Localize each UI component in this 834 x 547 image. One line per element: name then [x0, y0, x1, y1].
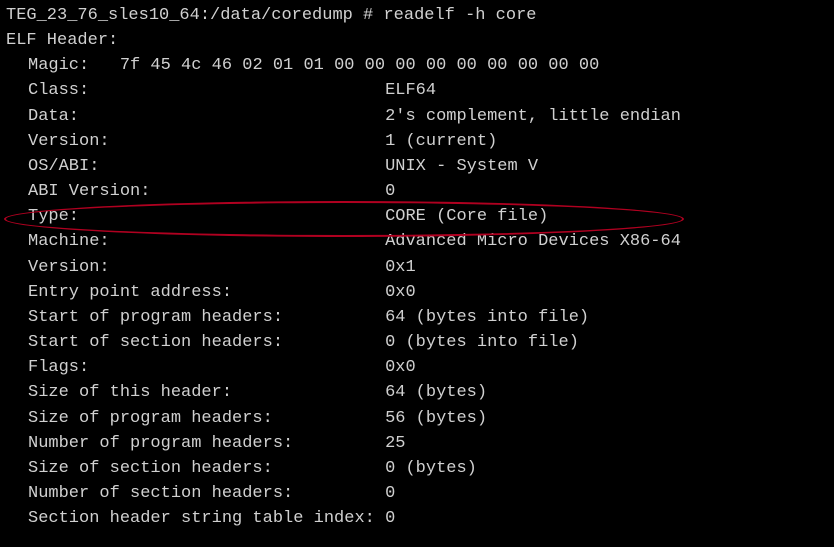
magic-bytes: 7f 45 4c 46 02 01 01 00 00 00 00 00 00 0… — [120, 56, 599, 75]
elf-field-row: Type: CORE (Core file) — [6, 204, 828, 229]
field-value: 0 — [385, 509, 395, 528]
field-label: Number of section headers: — [28, 484, 385, 503]
field-label: Type: — [28, 207, 385, 226]
field-label: Size of section headers: — [28, 459, 385, 478]
field-value: 64 (bytes into file) — [385, 308, 589, 327]
field-label: Entry point address: — [28, 283, 385, 302]
elf-field-row: Section header string table index: 0 — [6, 506, 828, 531]
field-label: Section header string table index: — [28, 509, 385, 528]
field-label: Version: — [28, 132, 385, 151]
elf-field-row: Number of section headers: 0 — [6, 481, 828, 506]
prompt-line: TEG_23_76_sles10_64:/data/coredump # rea… — [6, 3, 828, 28]
field-value: 0x0 — [385, 283, 416, 302]
field-label: Class: — [28, 81, 385, 100]
elf-header-title: ELF Header: — [6, 28, 828, 53]
magic-label: Magic: — [28, 56, 89, 75]
field-label: Number of program headers: — [28, 434, 385, 453]
elf-field-row: ABI Version: 0 — [6, 179, 828, 204]
elf-field-row: Number of program headers: 25 — [6, 431, 828, 456]
elf-field-row: Version: 1 (current) — [6, 129, 828, 154]
field-label: OS/ABI: — [28, 157, 385, 176]
prompt-command: readelf -h core — [383, 6, 536, 25]
elf-field-row: Version: 0x1 — [6, 255, 828, 280]
field-value: 25 — [385, 434, 405, 453]
field-value: 64 (bytes) — [385, 383, 487, 402]
elf-field-row: Size of section headers: 0 (bytes) — [6, 456, 828, 481]
field-label: Flags: — [28, 358, 385, 377]
field-label: Start of section headers: — [28, 333, 385, 352]
elf-field-row: Start of section headers: 0 (bytes into … — [6, 330, 828, 355]
field-value: 0 (bytes) — [385, 459, 477, 478]
field-label: Data: — [28, 107, 385, 126]
elf-field-row: Start of program headers: 64 (bytes into… — [6, 305, 828, 330]
field-label: Size of this header: — [28, 383, 385, 402]
field-value: 0 — [385, 182, 395, 201]
field-value: 0x1 — [385, 258, 416, 277]
field-label: ABI Version: — [28, 182, 385, 201]
field-value: 56 (bytes) — [385, 409, 487, 428]
elf-field-row: Size of this header: 64 (bytes) — [6, 380, 828, 405]
field-value: Advanced Micro Devices X86-64 — [385, 232, 681, 251]
field-value: 0x0 — [385, 358, 416, 377]
prompt-host: TEG_23_76_sles10_64:/data/coredump # — [6, 6, 373, 25]
elf-fields: Class: ELF64Data: 2's complement, little… — [6, 78, 828, 531]
elf-field-row: Entry point address: 0x0 — [6, 280, 828, 305]
magic-line: Magic: 7f 45 4c 46 02 01 01 00 00 00 00 … — [6, 53, 828, 78]
field-label: Start of program headers: — [28, 308, 385, 327]
field-value: 0 — [385, 484, 395, 503]
field-value: ELF64 — [385, 81, 436, 100]
field-value: 2's complement, little endian — [385, 107, 681, 126]
field-value: UNIX - System V — [385, 157, 538, 176]
elf-field-row: OS/ABI: UNIX - System V — [6, 154, 828, 179]
field-label: Size of program headers: — [28, 409, 385, 428]
field-value: 1 (current) — [385, 132, 497, 151]
field-label: Machine: — [28, 232, 385, 251]
elf-field-row: Data: 2's complement, little endian — [6, 104, 828, 129]
elf-field-row: Machine: Advanced Micro Devices X86-64 — [6, 229, 828, 254]
elf-field-row: Class: ELF64 — [6, 78, 828, 103]
field-label: Version: — [28, 258, 385, 277]
field-value: CORE (Core file) — [385, 207, 548, 226]
field-value: 0 (bytes into file) — [385, 333, 579, 352]
elf-field-row: Size of program headers: 56 (bytes) — [6, 406, 828, 431]
elf-field-row: Flags: 0x0 — [6, 355, 828, 380]
